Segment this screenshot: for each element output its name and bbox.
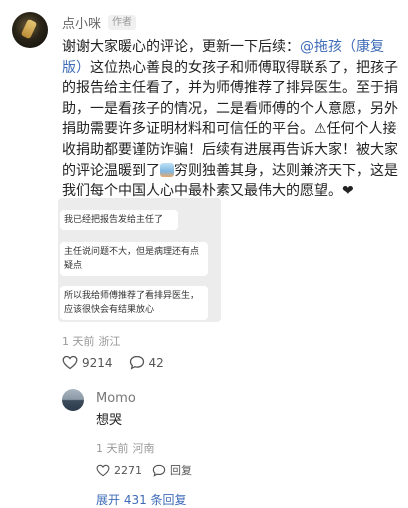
reply-like-button[interactable]: 2271 — [96, 464, 142, 477]
comment-count: 42 — [148, 355, 164, 370]
reply-reply-button[interactable]: 回复 — [152, 462, 192, 478]
reply-time: 1 天前 — [96, 442, 129, 455]
reply-like-count: 2271 — [114, 463, 142, 477]
reply-text: 想哭 — [96, 413, 123, 428]
post-header: 点小咪 作者 — [62, 12, 137, 32]
comment-bubble-icon — [152, 464, 166, 477]
post-actions: 9214 42 — [62, 355, 180, 370]
author-badge: 作者 — [108, 14, 137, 30]
reply-author-name[interactable]: Momo — [96, 389, 136, 409]
like-button[interactable]: 9214 — [62, 355, 113, 370]
post-location: 浙江 — [98, 335, 121, 348]
reply-author-avatar[interactable] — [62, 389, 84, 411]
moved-emoji-icon — [160, 162, 174, 177]
comment-button[interactable]: 42 — [129, 355, 164, 370]
reply-reply-label: 回复 — [170, 464, 192, 477]
heart-emoji-icon: ❤ — [342, 183, 354, 200]
like-count: 9214 — [82, 355, 113, 370]
reply-actions: 2271 回复 — [96, 462, 202, 478]
expand-replies-link[interactable]: 展开 431 条回复 — [96, 492, 187, 508]
post-time: 1 天前 — [62, 335, 95, 348]
screenshot-message: 主任说问题不大，但是病理还有点疑点 — [60, 242, 208, 276]
reply-meta: 1 天前 河南 — [96, 440, 155, 456]
comment-bubble-icon — [129, 355, 144, 370]
post-author-name[interactable]: 点小咪 — [62, 13, 101, 32]
screenshot-message: 所以我给师傅推荐了看排异医生，应该很快会有结果放心 — [60, 286, 208, 320]
heart-outline-icon — [62, 355, 78, 370]
post-text-intro: 谢谢大家暖心的评论，更新一下后续： — [62, 39, 300, 55]
reply-location: 河南 — [132, 442, 155, 455]
screenshot-message: 我已经把报告发给主任了 — [60, 210, 178, 230]
post-content: 谢谢大家暖心的评论，更新一下后续：@拖孩（康复版）这位热心善良的女孩子和师傅取得… — [62, 37, 398, 202]
post-meta: 1 天前 浙江 — [62, 333, 121, 349]
post-text-body: 这位热心善良的女孩子和师傅取得联系了，把孩子的报告给主任看了，并为师傅推荐了排异… — [62, 59, 398, 179]
avatar-light-graphic — [20, 18, 38, 40]
chat-screenshot-image[interactable]: 我已经把报告发给主任了 主任说问题不大，但是病理还有点疑点 所以我给师傅推荐了看… — [58, 198, 221, 322]
post-author-avatar[interactable] — [12, 12, 48, 48]
heart-outline-icon — [96, 464, 110, 476]
